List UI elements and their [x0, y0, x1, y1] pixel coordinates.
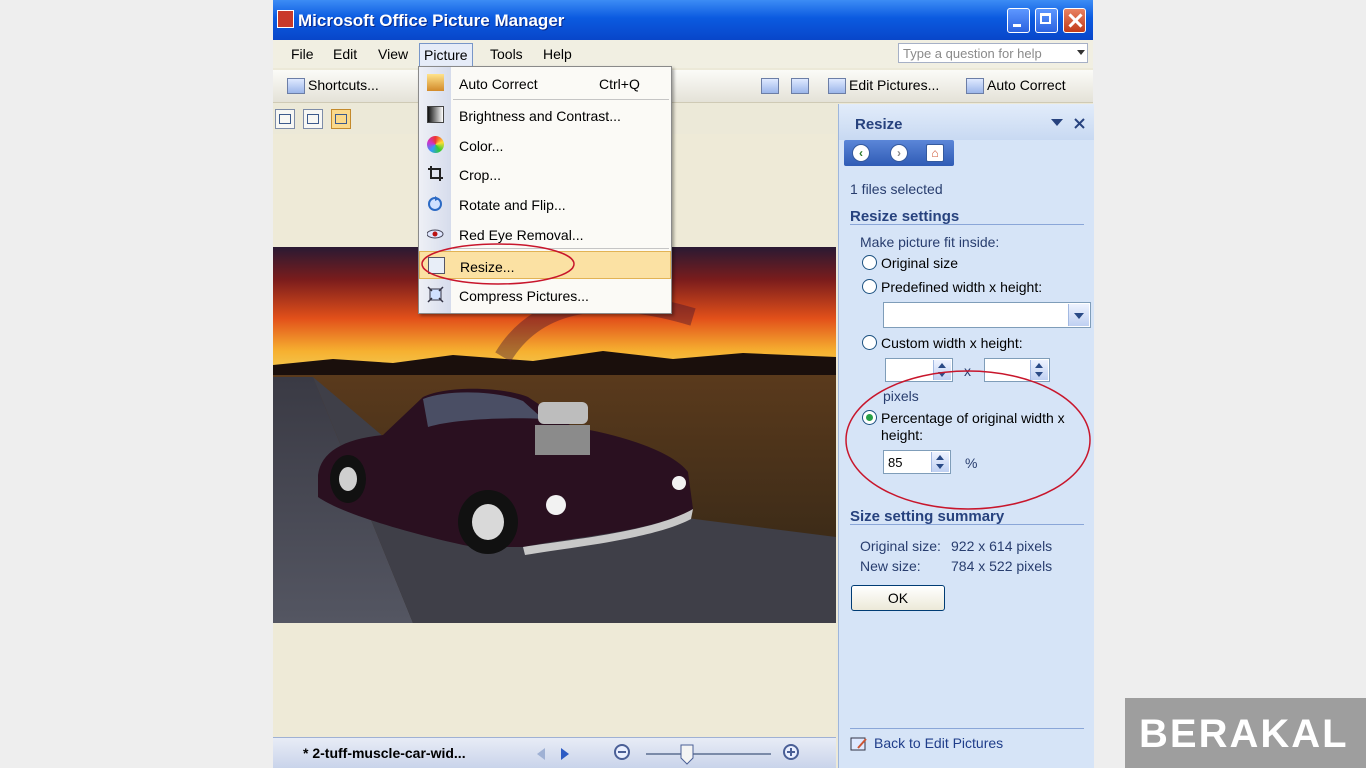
pane-close-icon[interactable]	[1074, 118, 1085, 129]
auto-correct-label: Auto Correct	[987, 77, 1066, 93]
original-size-summary-label: Original size:	[860, 538, 941, 554]
menu-view[interactable]: View	[378, 46, 408, 62]
new-size-summary-value: 784 x 522 pixels	[951, 558, 1053, 574]
current-filename: * 2-tuff-muscle-car-wid...	[303, 745, 466, 761]
custom-size-label: Custom width x height:	[881, 335, 1023, 351]
original-size-summary-value: 922 x 614 pixels	[951, 538, 1053, 554]
zoom-slider-thumb[interactable]	[680, 744, 694, 765]
predefined-size-radio[interactable]	[862, 279, 877, 294]
previous-picture-icon[interactable]	[537, 748, 545, 760]
rotate-right-button[interactable]	[791, 77, 812, 95]
single-picture-view-button[interactable]	[331, 109, 351, 129]
auto-correct-button[interactable]: Auto Correct	[966, 77, 1066, 95]
shortcuts-button[interactable]: Shortcuts...	[287, 77, 379, 95]
predefined-size-dropdown[interactable]	[883, 302, 1091, 328]
help-placeholder: Type a question for help	[903, 46, 1042, 61]
menu-help[interactable]: Help	[543, 46, 572, 62]
menu-item-rotate-flip[interactable]: Rotate and Flip...	[419, 190, 671, 218]
shortcuts-label: Shortcuts...	[308, 77, 379, 93]
edit-pictures-label: Edit Pictures...	[849, 77, 940, 93]
close-button[interactable]	[1063, 8, 1086, 33]
watermark-logo: BERAKAL	[1125, 698, 1366, 768]
custom-size-radio[interactable]	[862, 335, 877, 350]
window-title: Microsoft Office Picture Manager	[298, 11, 565, 30]
brightness-icon	[427, 106, 444, 123]
watermark-text: BERAKAL	[1139, 712, 1349, 756]
chevron-down-icon[interactable]	[1077, 50, 1085, 55]
menu-tools[interactable]: Tools	[490, 46, 523, 62]
rotate-left-icon	[761, 78, 779, 95]
edit-pictures-button[interactable]: Edit Pictures...	[828, 77, 940, 95]
edit-pictures-icon	[828, 78, 846, 95]
menu-edit[interactable]: Edit	[333, 46, 357, 62]
menu-item-crop[interactable]: Crop...	[419, 160, 671, 188]
app-icon	[277, 10, 294, 28]
zoom-control	[614, 744, 799, 765]
navigation-arrows	[537, 748, 569, 760]
filmstrip-view-button[interactable]	[303, 109, 323, 129]
task-pane-header: Resize	[839, 104, 1094, 140]
main-toolbar: Shortcuts... Edit Pictures... Auto Corre…	[273, 70, 1093, 103]
next-picture-icon[interactable]	[561, 748, 569, 760]
home-icon[interactable]: ⌂	[926, 144, 944, 162]
resize-settings-heading: Resize settings	[850, 208, 960, 225]
rotate-icon	[427, 195, 444, 212]
thumbnail-view-button[interactable]	[275, 109, 295, 129]
shortcuts-icon	[287, 78, 305, 95]
auto-correct-icon	[427, 74, 444, 91]
menu-picture[interactable]: Picture	[419, 43, 473, 67]
crop-icon	[427, 165, 444, 182]
fit-inside-label: Make picture fit inside:	[860, 234, 1000, 250]
maximize-button[interactable]	[1035, 8, 1058, 33]
task-pane-nav-bar: ‹ › ⌂	[844, 140, 954, 166]
title-bar: Microsoft Office Picture Manager	[273, 0, 1093, 40]
color-wheel-icon	[427, 136, 444, 153]
predefined-size-label: Predefined width x height:	[881, 279, 1043, 295]
task-pane-title: Resize	[855, 116, 903, 133]
original-size-label: Original size	[881, 255, 959, 271]
pane-menu-chevron-icon[interactable]	[1051, 119, 1063, 127]
menu-item-color[interactable]: Color...	[419, 131, 671, 159]
help-search-input[interactable]: Type a question for help	[898, 43, 1088, 63]
new-size-summary-label: New size:	[860, 558, 921, 574]
forward-arrow-icon[interactable]: ›	[890, 144, 908, 162]
minimize-button[interactable]	[1007, 8, 1030, 33]
menu-item-brightness-contrast[interactable]: Brightness and Contrast...	[419, 101, 671, 129]
status-bar: * 2-tuff-muscle-car-wid...	[273, 737, 836, 768]
back-to-edit-link[interactable]: Back to Edit Pictures	[850, 735, 1003, 752]
menu-item-auto-correct[interactable]: Auto Correct Ctrl+Q	[419, 69, 671, 97]
rotate-left-button[interactable]	[761, 77, 782, 95]
back-arrow-icon[interactable]: ‹	[852, 144, 870, 162]
files-selected-text: 1 files selected	[850, 181, 943, 197]
original-size-radio[interactable]	[862, 255, 877, 270]
percentage-annotation-ellipse	[845, 370, 1091, 510]
resize-annotation-ellipse	[421, 243, 575, 285]
rotate-right-icon	[791, 78, 809, 95]
auto-correct-icon	[966, 78, 984, 95]
ok-button[interactable]: OK	[851, 585, 945, 611]
menu-file[interactable]: File	[291, 46, 314, 62]
edit-pictures-icon	[850, 737, 867, 751]
chevron-down-icon[interactable]	[1068, 304, 1089, 326]
